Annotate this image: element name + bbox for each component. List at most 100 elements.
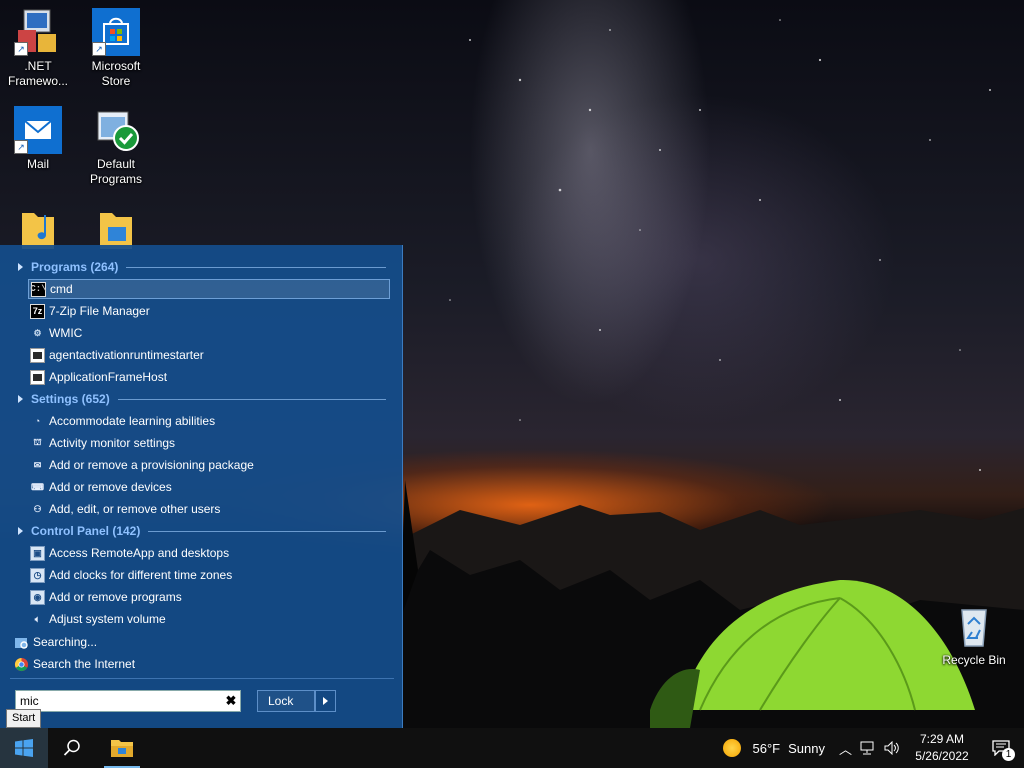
desktop-icon-microsoft-store[interactable]: ↗ Microsoft Store	[78, 8, 154, 89]
weather-temperature: 56°F	[752, 740, 781, 756]
search-folder-icon	[14, 635, 29, 650]
group-header-label: Settings (652)	[31, 392, 110, 406]
notification-count-badge: 1	[1002, 748, 1015, 761]
clock-icon: ◷	[30, 567, 45, 583]
volume-icon: 🔈︎	[34, 613, 41, 624]
start-search-field[interactable]: ✖	[15, 690, 241, 712]
menu-item-other-users[interactable]: ⚇ Add, edit, or remove other users	[28, 499, 390, 519]
start-menu: Programs (264) C:\ cmd 7z 7-Zip File Man…	[0, 245, 403, 728]
desktop-icon-default-programs[interactable]: Default Programs	[78, 106, 154, 187]
power-options-arrow-button[interactable]	[315, 690, 336, 712]
expand-arrow-icon	[18, 395, 23, 403]
action-center-button[interactable]: 1	[978, 728, 1024, 768]
wmic-icon: ⚙	[33, 327, 42, 338]
group-header-settings[interactable]: Settings (652)	[18, 390, 386, 408]
menu-item-wmic[interactable]: ⚙ WMIC	[28, 323, 390, 343]
menu-item-add-remove-programs[interactable]: ◉ Add or remove programs	[28, 587, 390, 607]
menu-item-7zip[interactable]: 7z 7-Zip File Manager	[28, 301, 390, 321]
shortcut-arrow-icon: ↗	[92, 42, 106, 56]
searching-label: Searching...	[33, 635, 98, 649]
chrome-icon	[14, 657, 29, 672]
cmd-icon: C:\	[30, 281, 47, 297]
menu-item-provisioning-package[interactable]: ✉ Add or remove a provisioning package	[28, 455, 390, 475]
lock-button[interactable]: Lock	[257, 690, 315, 712]
weather-widget[interactable]: 56°F Sunny	[715, 728, 833, 768]
volume-icon[interactable]	[884, 741, 900, 755]
desktop-icon-label: Default Programs	[89, 157, 142, 186]
menu-item-label: Accommodate learning abilities	[49, 414, 216, 428]
menu-item-applicationframehost[interactable]: ApplicationFrameHost	[28, 367, 390, 387]
menu-item-cmd[interactable]: C:\ cmd	[28, 279, 390, 299]
divider	[126, 266, 386, 268]
group-header-label: Control Panel (142)	[31, 524, 141, 538]
menu-item-label: Add, edit, or remove other users	[49, 502, 221, 516]
divider	[117, 398, 386, 400]
programs-icon: ◉	[30, 589, 45, 605]
taskbar: 56°F Sunny ︿ 7:29 AM 5/26/2022 1	[0, 728, 1024, 768]
search-internet-label: Search the Internet	[33, 657, 136, 671]
devices-icon: ⌨	[31, 481, 44, 492]
activity-monitor-icon: ⛫	[33, 437, 42, 447]
weather-condition: Sunny	[788, 740, 825, 756]
shortcut-arrow-icon: ↗	[14, 42, 28, 56]
menu-item-label: cmd	[50, 282, 73, 296]
start-button[interactable]	[0, 728, 48, 768]
menu-item-devices[interactable]: ⌨ Add or remove devices	[28, 477, 390, 497]
menu-item-label: Add or remove devices	[49, 480, 172, 494]
menu-item-label: WMIC	[49, 326, 83, 340]
recycle-bin-icon	[950, 602, 998, 650]
user-icon: ⚇	[33, 503, 42, 514]
desktop-icon-label: Microsoft Store	[91, 59, 141, 88]
app-icon	[30, 347, 45, 363]
windows-logo-icon	[15, 739, 33, 757]
search-input[interactable]	[16, 691, 222, 711]
expand-arrow-icon	[18, 263, 23, 271]
search-icon	[63, 739, 80, 756]
desktop-icon-dotnet[interactable]: ↗ .NET Framewo...	[0, 8, 76, 89]
menu-item-clocks[interactable]: ◷ Add clocks for different time zones	[28, 565, 390, 585]
lock-label: Lock	[268, 694, 294, 708]
desktop-icon-label: Mail	[26, 157, 49, 171]
file-explorer-icon	[111, 740, 133, 757]
menu-item-agentactivationruntimestarter[interactable]: agentactivationruntimestarter	[28, 345, 390, 365]
menu-item-label: 7-Zip File Manager	[49, 304, 150, 318]
clock[interactable]: 7:29 AM 5/26/2022	[906, 731, 978, 765]
menu-item-label: Access RemoteApp and desktops	[49, 546, 230, 560]
menu-item-label: ApplicationFrameHost	[49, 370, 168, 384]
provisioning-package-icon: ✉	[33, 459, 42, 470]
group-header-label: Programs (264)	[31, 260, 119, 274]
searching-status: Searching...	[14, 632, 97, 652]
network-icon[interactable]	[860, 741, 876, 755]
clear-search-icon[interactable]: ✖	[222, 692, 240, 710]
search-internet-item[interactable]: Search the Internet	[14, 654, 135, 674]
menu-item-label: agentactivationruntimestarter	[49, 348, 204, 362]
desktop-icon-mail[interactable]: ↗ Mail	[0, 106, 76, 172]
chevron-up-icon[interactable]: ︿	[839, 739, 852, 758]
divider	[10, 678, 394, 679]
microsoft-store-icon: ↗	[92, 8, 140, 56]
menu-item-accommodate-learning[interactable]: ◔ Accommodate learning abilities	[28, 411, 390, 431]
mail-icon: ↗	[14, 106, 62, 154]
menu-item-activity-monitor[interactable]: ⛫ Activity monitor settings	[28, 433, 390, 453]
menu-item-remoteapp[interactable]: ▣ Access RemoteApp and desktops	[28, 543, 390, 563]
clock-time: 7:29 AM	[919, 732, 965, 746]
tray-icons: ︿	[833, 739, 906, 758]
expand-arrow-icon	[18, 527, 23, 535]
remoteapp-icon: ▣	[30, 545, 45, 561]
app-icon	[30, 369, 45, 385]
dotnet-framework-icon: ↗	[14, 8, 62, 56]
divider	[148, 530, 386, 532]
sun-icon	[722, 739, 741, 757]
search-button[interactable]	[48, 728, 96, 768]
group-header-control-panel[interactable]: Control Panel (142)	[18, 522, 386, 540]
menu-item-label: Activity monitor settings	[49, 436, 176, 450]
menu-item-system-volume[interactable]: 🔈︎ Adjust system volume	[28, 609, 390, 629]
menu-item-label: Add clocks for different time zones	[49, 568, 233, 582]
menu-item-label: Add or remove programs	[49, 590, 182, 604]
menu-item-label: Adjust system volume	[49, 612, 166, 626]
desktop-icon-recycle-bin[interactable]: Recycle Bin	[936, 602, 1012, 668]
group-header-programs[interactable]: Programs (264)	[18, 258, 386, 276]
clock-date: 5/26/2022	[915, 749, 969, 763]
7zip-icon: 7z	[30, 303, 45, 319]
file-explorer-button[interactable]	[98, 728, 146, 768]
